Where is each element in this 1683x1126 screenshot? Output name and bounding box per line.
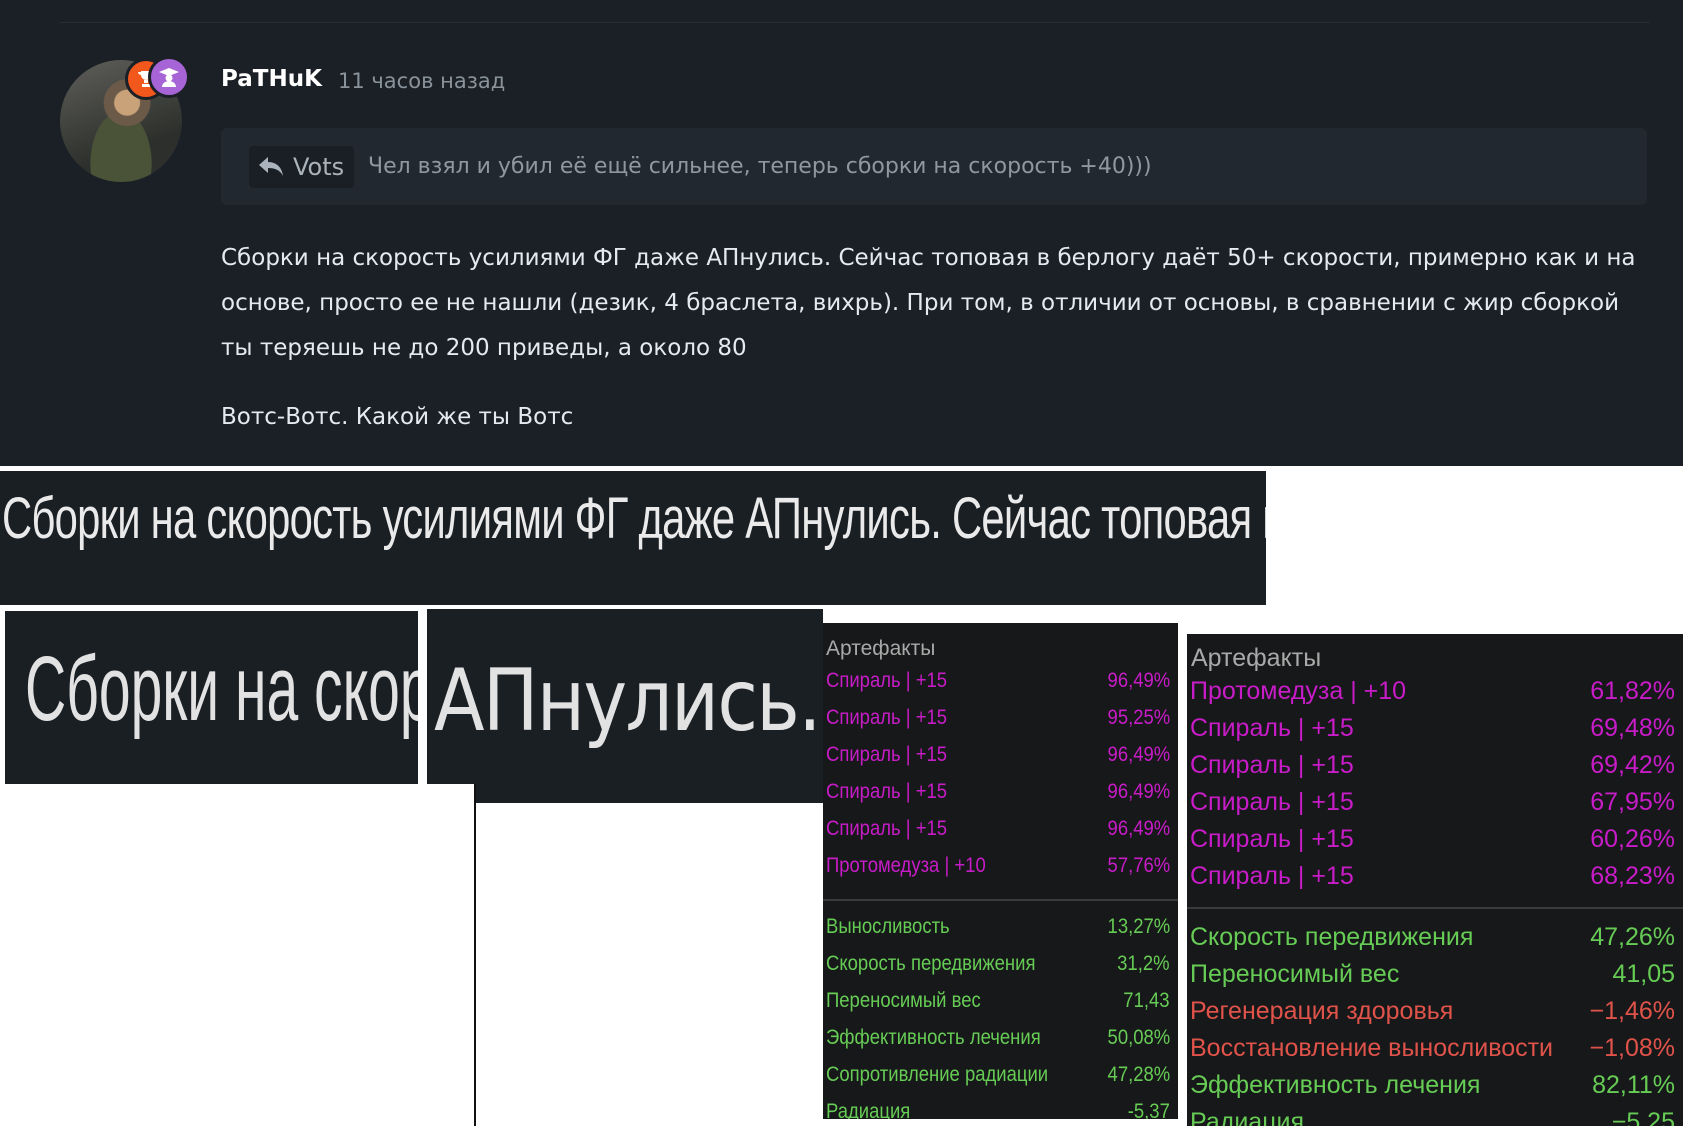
reply-arrow-icon bbox=[259, 157, 283, 176]
stat-value: −5,25 bbox=[1611, 1108, 1675, 1126]
artifact-value: 96,49% bbox=[1107, 817, 1170, 840]
artifact-name: Спираль | +15 bbox=[826, 817, 948, 840]
artifact-value: 61,82% bbox=[1590, 677, 1675, 705]
stat-value: 47,26% bbox=[1590, 923, 1675, 951]
stat-name: Радиация bbox=[1190, 1108, 1305, 1126]
blank-area bbox=[474, 803, 825, 1126]
zoomed-text: Сборки на скорость усилиями ФГ даже АПну… bbox=[2, 486, 1266, 551]
paragraph: Вотс-Вотс. Какой же ты Вотс bbox=[221, 404, 574, 430]
artifact-name: Спираль | +15 bbox=[1190, 714, 1354, 742]
stat-value: -5,37 bbox=[1127, 1100, 1170, 1119]
stat-name: Скорость передвижения bbox=[1190, 923, 1474, 951]
stat-value: 47,28% bbox=[1107, 1063, 1170, 1086]
stat-name: Регенерация здоровья bbox=[1190, 997, 1454, 1025]
artifact-value: 96,49% bbox=[1107, 780, 1170, 803]
comment-body: Сборки на скорость усилиями ФГ даже АПну… bbox=[221, 236, 1651, 440]
stat-name: Переносимый вес bbox=[826, 989, 981, 1012]
comment-card: PaTHuK 11 часов назад Vots Чел взял и уб… bbox=[0, 0, 1683, 466]
divider bbox=[1187, 907, 1683, 909]
zoomed-text-strip: Сборки на скорость усилиями ФГ даже АПну… bbox=[0, 471, 1266, 605]
stat-name: Восстановление выносливости bbox=[1190, 1034, 1554, 1062]
artifacts-panel-right: Артефакты Протомедуза | +10 61,82% Спираль… bbox=[1187, 634, 1683, 1126]
stat-name: Эффективность лечения bbox=[1190, 1071, 1481, 1099]
artifact-name: Спираль | +15 bbox=[826, 706, 948, 729]
artifacts-panel-left: Артефакты Спираль | +15 96,49% Спираль | +… bbox=[823, 623, 1178, 1119]
artifact-name: Спираль | +15 bbox=[1190, 862, 1354, 890]
panel-header: Артефакты bbox=[1191, 644, 1322, 672]
stat-value: 50,08% bbox=[1107, 1026, 1170, 1049]
artifact-name: Спираль | +15 bbox=[1190, 788, 1354, 816]
stat-value: 71,43 bbox=[1123, 989, 1170, 1012]
stat-value: 82,11% bbox=[1592, 1071, 1675, 1099]
paragraph: Сборки на скорость усилиями ФГ даже АПну… bbox=[221, 245, 1636, 361]
artifact-value: 68,23% bbox=[1590, 862, 1675, 890]
artifact-name: Протомедуза | +10 bbox=[826, 854, 986, 877]
quoted-reply: Vots Чел взял и убил её ещё сильнее, теп… bbox=[221, 128, 1647, 205]
zoomed-crop-word: АПнулись. bbox=[427, 609, 823, 803]
artifact-name: Спираль | +15 bbox=[1190, 825, 1354, 853]
artifact-value: 69,42% bbox=[1590, 751, 1675, 779]
artifact-name: Протомедуза | +10 bbox=[1190, 677, 1407, 705]
quote-text: Чел взял и убил её ещё сильнее, теперь с… bbox=[368, 154, 1152, 179]
artifact-value: 96,49% bbox=[1107, 669, 1170, 692]
stat-value: −1,46% bbox=[1589, 997, 1676, 1025]
author-name[interactable]: PaTHuK bbox=[221, 66, 322, 92]
graduate-icon bbox=[148, 56, 190, 98]
reply-to-name: Vots bbox=[293, 153, 345, 181]
artifact-name: Спираль | +15 bbox=[1190, 751, 1354, 779]
stat-value: 31,2% bbox=[1117, 952, 1170, 975]
stat-name: Переносимый вес bbox=[1190, 960, 1400, 988]
artifact-name: Спираль | +15 bbox=[826, 743, 948, 766]
panel-header: Артефакты bbox=[826, 637, 936, 660]
zoomed-text: АПнулись. bbox=[434, 651, 822, 751]
stat-value: 13,27% bbox=[1107, 915, 1170, 938]
artifact-value: 95,25% bbox=[1107, 706, 1170, 729]
stat-name: Выносливость bbox=[826, 915, 950, 938]
stat-name: Сопротивление радиации bbox=[826, 1063, 1049, 1086]
zoomed-text: Сборки на скорость bbox=[25, 638, 418, 740]
artifact-value: 60,26% bbox=[1590, 825, 1675, 853]
artifact-name: Спираль | +15 bbox=[826, 669, 948, 692]
stat-name: Эффективность лечения bbox=[826, 1026, 1041, 1049]
stat-value: −1,08% bbox=[1589, 1034, 1676, 1062]
zoomed-crop-phrase: Сборки на скорость bbox=[5, 611, 418, 784]
divider bbox=[823, 899, 1178, 901]
stat-name: Радиация bbox=[826, 1100, 911, 1119]
divider bbox=[60, 22, 1650, 23]
artifact-value: 96,49% bbox=[1107, 743, 1170, 766]
stat-value: 41,05 bbox=[1612, 960, 1675, 988]
blank-area bbox=[0, 784, 476, 1126]
artifact-value: 57,76% bbox=[1107, 854, 1170, 877]
artifact-value: 69,48% bbox=[1590, 714, 1675, 742]
stat-name: Скорость передвижения bbox=[826, 952, 1036, 975]
timestamp[interactable]: 11 часов назад bbox=[338, 69, 505, 93]
reply-to-chip[interactable]: Vots bbox=[249, 146, 355, 188]
artifact-value: 67,95% bbox=[1590, 788, 1675, 816]
artifact-name: Спираль | +15 bbox=[826, 780, 948, 803]
